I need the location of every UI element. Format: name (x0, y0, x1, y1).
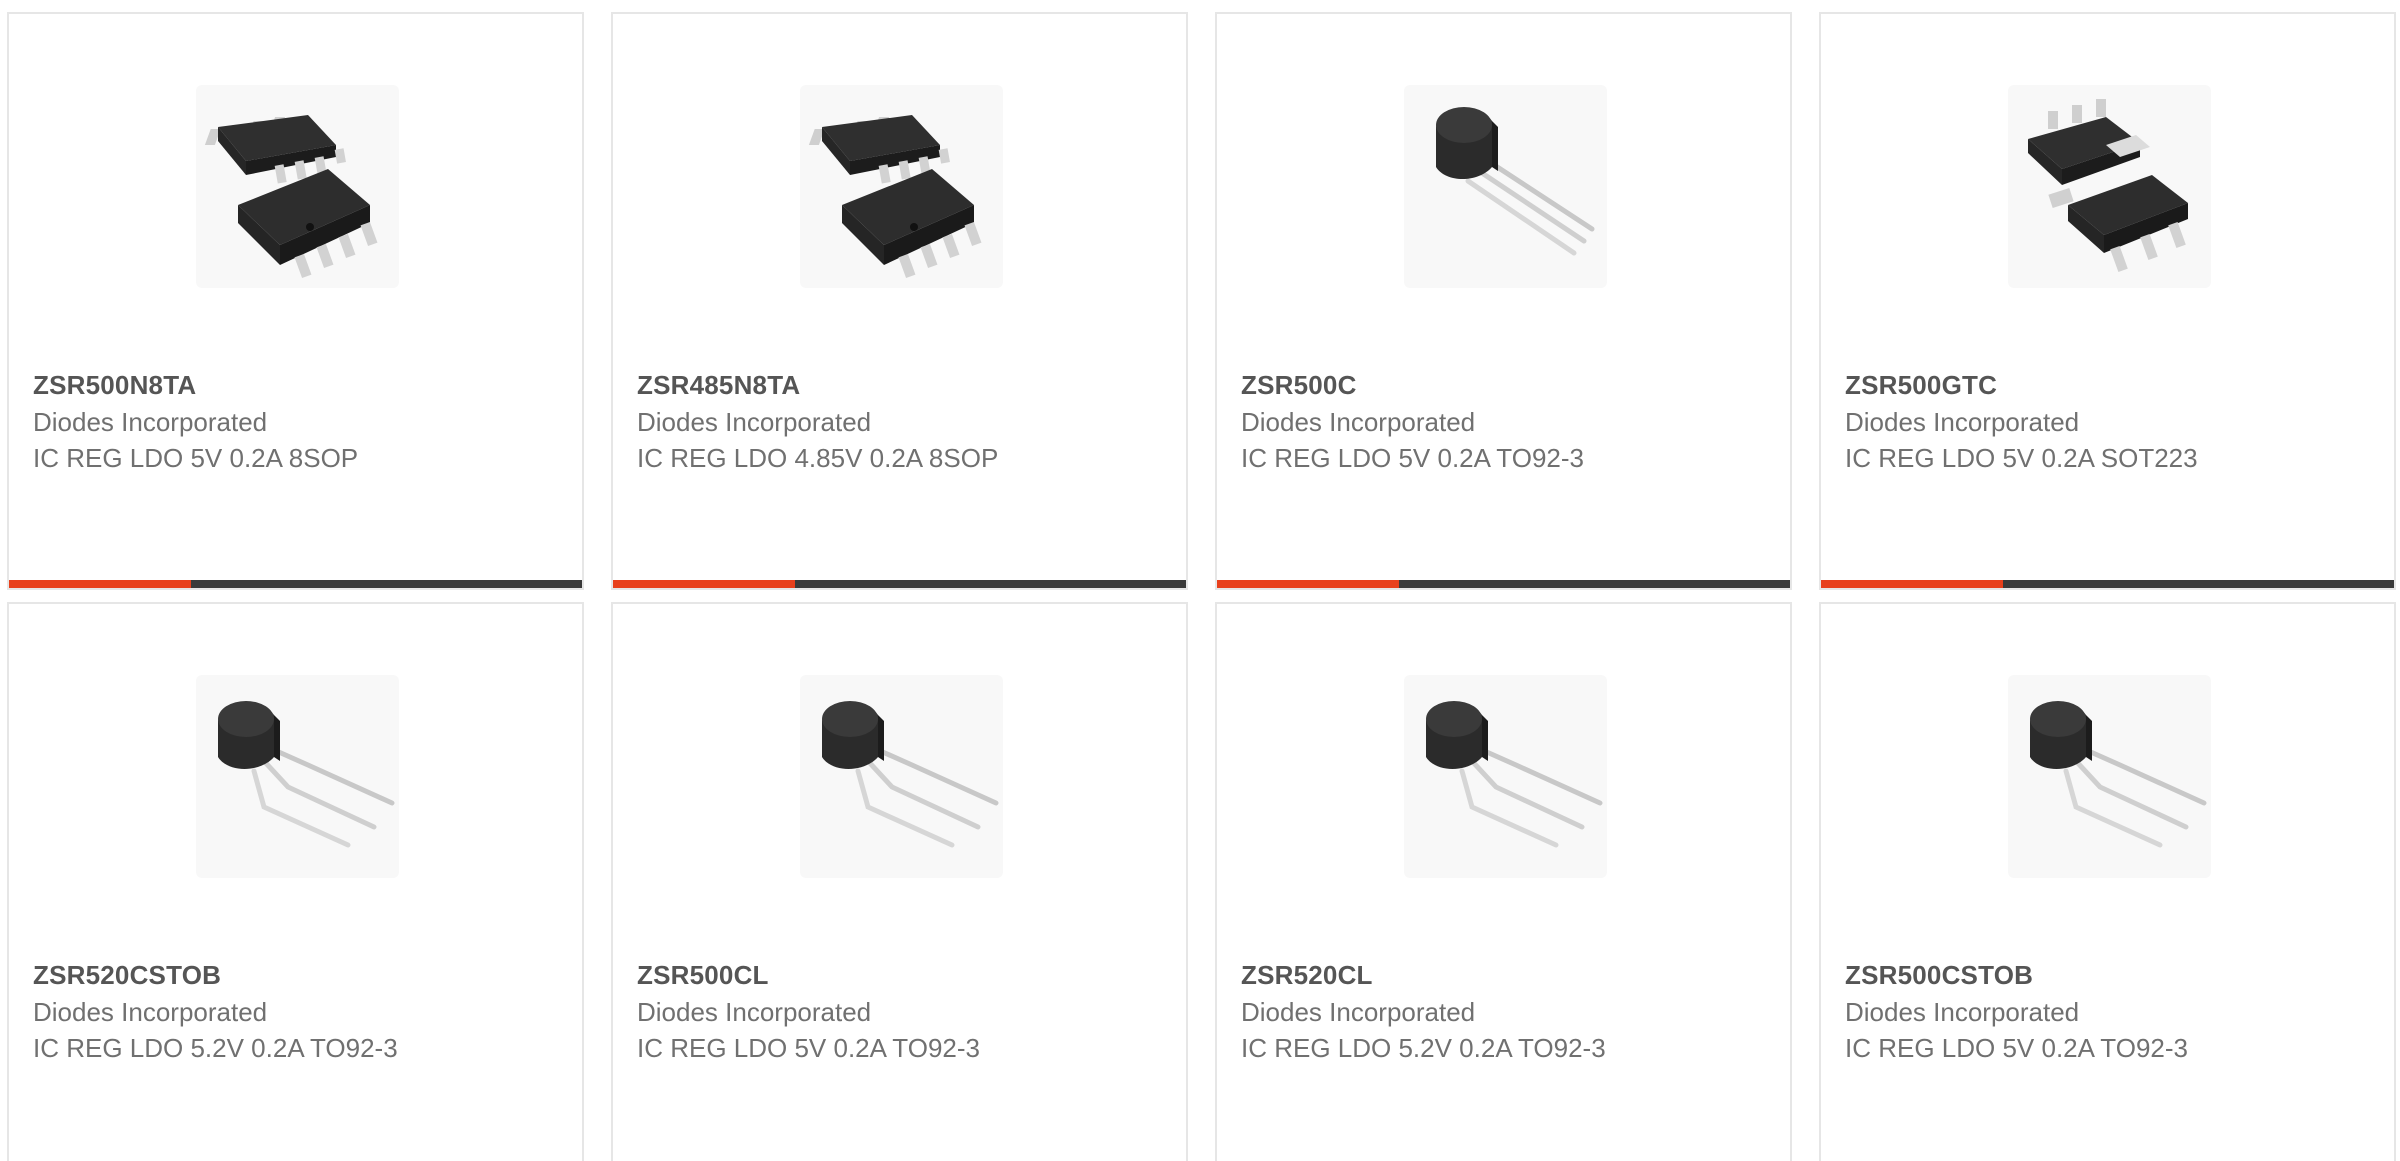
part-number[interactable]: ZSR520CSTOB (33, 960, 221, 991)
product-description: IC REG LDO 5V 0.2A TO92-3 (1845, 1033, 2188, 1063)
card-accent-bar (1821, 580, 2003, 588)
product-description: IC REG LDO 5V 0.2A 8SOP (33, 443, 359, 473)
product-image[interactable] (800, 85, 1003, 288)
product-grid: ZSR500N8TA Diodes Incorporated IC REG LD… (0, 0, 2400, 1161)
card-bottom-bar (1821, 580, 2394, 588)
product-card[interactable]: ZSR500CL Diodes Incorporated IC REG LDO … (611, 602, 1188, 1161)
to92-bent-package-icon (217, 700, 394, 847)
soic-8-package-icon (808, 114, 981, 278)
part-number[interactable]: ZSR500GTC (1845, 370, 1997, 401)
to92-bent-package-icon (1425, 700, 1602, 847)
product-card[interactable]: ZSR520CSTOB Diodes Incorporated IC REG L… (7, 602, 584, 1161)
manufacturer: Diodes Incorporated (1845, 997, 2080, 1027)
product-description: IC REG LDO 5V 0.2A SOT223 (1845, 443, 2198, 473)
part-number[interactable]: ZSR520CL (1241, 960, 1373, 991)
part-number[interactable]: ZSR485N8TA (637, 370, 800, 401)
product-image[interactable] (196, 85, 399, 288)
card-accent-bar (1217, 580, 1399, 588)
card-accent-bar (9, 580, 191, 588)
product-description: IC REG LDO 5V 0.2A TO92-3 (637, 1033, 980, 1063)
soic-8-package-icon (204, 114, 377, 278)
product-image[interactable] (2008, 675, 2211, 878)
part-number[interactable]: ZSR500C (1241, 370, 1357, 401)
product-description: IC REG LDO 5.2V 0.2A TO92-3 (33, 1033, 398, 1063)
manufacturer: Diodes Incorporated (637, 997, 872, 1027)
card-bottom-bar (1217, 580, 1790, 588)
manufacturer: Diodes Incorporated (1845, 407, 2080, 437)
product-card[interactable]: ZSR500GTC Diodes Incorporated IC REG LDO… (1819, 12, 2396, 590)
part-number[interactable]: ZSR500N8TA (33, 370, 196, 401)
manufacturer: Diodes Incorporated (1241, 407, 1476, 437)
to92-package-icon (1435, 106, 1594, 255)
product-image[interactable] (1404, 675, 1607, 878)
product-image[interactable] (196, 675, 399, 878)
product-description: IC REG LDO 4.85V 0.2A 8SOP (637, 443, 999, 473)
sot223-package-icon (2027, 98, 2188, 272)
manufacturer: Diodes Incorporated (33, 997, 268, 1027)
manufacturer: Diodes Incorporated (33, 407, 268, 437)
manufacturer: Diodes Incorporated (1241, 997, 1476, 1027)
card-bottom-bar (9, 580, 582, 588)
manufacturer: Diodes Incorporated (637, 407, 872, 437)
to92-bent-package-icon (2029, 700, 2206, 847)
product-card[interactable]: ZSR500CSTOB Diodes Incorporated IC REG L… (1819, 602, 2396, 1161)
card-bottom-bar (613, 580, 1186, 588)
part-number[interactable]: ZSR500CL (637, 960, 769, 991)
part-number[interactable]: ZSR500CSTOB (1845, 960, 2033, 991)
product-description: IC REG LDO 5V 0.2A TO92-3 (1241, 443, 1584, 473)
product-image[interactable] (800, 675, 1003, 878)
card-accent-bar (613, 580, 795, 588)
product-card[interactable]: ZSR500C Diodes Incorporated IC REG LDO 5… (1215, 12, 1792, 590)
product-card[interactable]: ZSR500N8TA Diodes Incorporated IC REG LD… (7, 12, 584, 590)
product-description: IC REG LDO 5.2V 0.2A TO92-3 (1241, 1033, 1606, 1063)
product-image[interactable] (1404, 85, 1607, 288)
to92-bent-package-icon (821, 700, 998, 847)
product-card[interactable]: ZSR520CL Diodes Incorporated IC REG LDO … (1215, 602, 1792, 1161)
product-card[interactable]: ZSR485N8TA Diodes Incorporated IC REG LD… (611, 12, 1188, 590)
product-image[interactable] (2008, 85, 2211, 288)
